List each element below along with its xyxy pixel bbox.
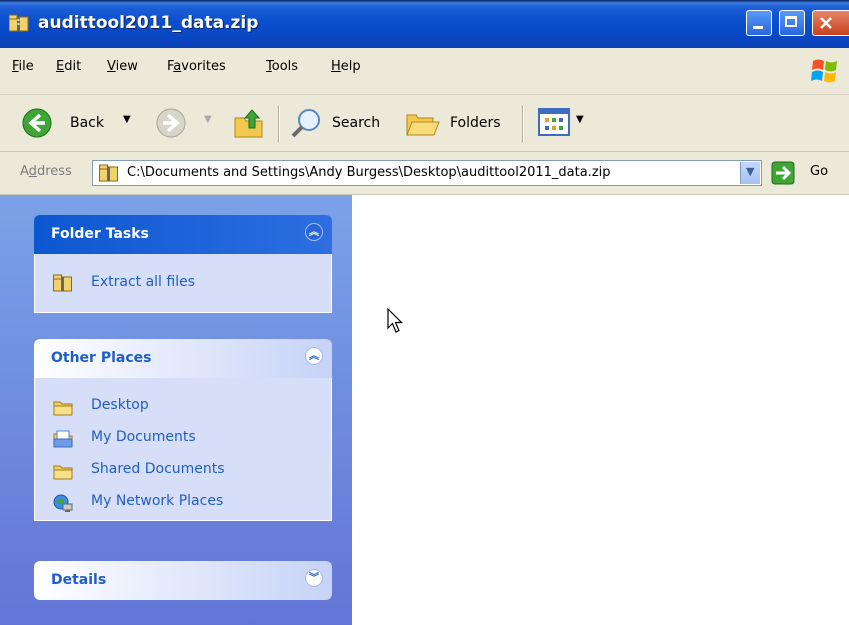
views-dropdown-icon[interactable]: ▼: [576, 114, 584, 125]
place-my-network-places[interactable]: My Network Places: [35, 486, 331, 518]
other-places-panel: Other Places ︽ Desktop My Documents Shar…: [34, 339, 332, 521]
file-list-area[interactable]: [352, 195, 849, 625]
zip-folder-icon: [99, 164, 118, 182]
maximize-icon: [785, 16, 797, 27]
task-label: Extract all files: [91, 274, 196, 290]
close-icon: [820, 17, 832, 29]
place-label: My Network Places: [91, 493, 224, 509]
chevron-down-icon: ▼: [746, 165, 755, 178]
folder-tasks-title: Folder Tasks: [51, 226, 149, 242]
details-title: Details: [51, 572, 107, 588]
task-pane: Folder Tasks ︽ Extract all files Other P…: [0, 195, 352, 625]
menu-view[interactable]: View: [107, 59, 138, 74]
folders-button[interactable]: Folders: [450, 115, 501, 131]
menu-help[interactable]: Help: [331, 59, 361, 74]
folder-icon: [53, 465, 73, 480]
window-title: audittool2011_data.zip: [38, 13, 259, 33]
back-arrow-icon[interactable]: [22, 108, 52, 138]
menu-bar: File Edit View Favorites Tools Help: [0, 48, 849, 95]
search-icon[interactable]: [290, 106, 324, 140]
back-button[interactable]: Back: [70, 115, 104, 131]
details-header[interactable]: Details ︾: [34, 561, 332, 600]
mouse-cursor-icon: [387, 308, 403, 333]
toolbar: Back ▼ ▼ Search Folders ▼: [0, 95, 849, 152]
zip-folder-icon: [9, 14, 29, 32]
folder-tasks-header[interactable]: Folder Tasks ︽: [34, 215, 332, 254]
place-shared-documents[interactable]: Shared Documents: [35, 454, 331, 486]
place-label: My Documents: [91, 429, 196, 445]
folder-tasks-body: Extract all files: [34, 254, 332, 313]
details-panel: Details ︾: [34, 561, 332, 600]
close-button[interactable]: [812, 10, 849, 36]
zip-folder-icon: [53, 274, 72, 292]
address-label: Address: [20, 164, 72, 179]
back-dropdown-icon[interactable]: ▼: [123, 114, 131, 125]
forward-dropdown-icon: ▼: [204, 114, 212, 125]
task-extract-all[interactable]: Extract all files: [35, 267, 331, 299]
expand-chevron-icon[interactable]: ︾: [305, 569, 323, 587]
search-button[interactable]: Search: [332, 115, 380, 131]
maximize-button[interactable]: [779, 10, 805, 36]
folder-tasks-panel: Folder Tasks ︽ Extract all files: [34, 215, 332, 313]
address-input[interactable]: C:\Documents and Settings\Andy Burgess\D…: [92, 160, 762, 186]
explorer-window: audittool2011_data.zip File Edit View Fa…: [0, 0, 849, 625]
place-my-documents[interactable]: My Documents: [35, 422, 331, 454]
go-arrow-icon[interactable]: [771, 161, 795, 185]
address-value: C:\Documents and Settings\Andy Burgess\D…: [127, 165, 611, 180]
other-places-header[interactable]: Other Places ︽: [34, 339, 332, 378]
minimize-icon: [753, 26, 763, 29]
menu-tools[interactable]: Tools: [266, 59, 298, 74]
title-bar[interactable]: audittool2011_data.zip: [0, 0, 849, 48]
forward-arrow-icon: [156, 108, 186, 138]
address-bar: Address C:\Documents and Settings\Andy B…: [0, 152, 849, 195]
views-icon[interactable]: [538, 107, 570, 137]
place-label: Shared Documents: [91, 461, 225, 477]
other-places-title: Other Places: [51, 350, 152, 366]
my-documents-icon: [53, 430, 73, 448]
up-folder-icon[interactable]: [232, 106, 266, 140]
menu-favorites[interactable]: Favorites: [167, 59, 226, 74]
network-places-icon: [53, 494, 73, 512]
other-places-body: Desktop My Documents Shared Documents My…: [34, 378, 332, 521]
collapse-chevron-icon[interactable]: ︽: [305, 347, 323, 365]
go-button[interactable]: Go: [810, 164, 828, 179]
minimize-button[interactable]: [746, 10, 772, 36]
windows-logo-icon: [811, 59, 837, 83]
folders-icon[interactable]: [405, 107, 441, 139]
folder-icon: [53, 401, 73, 416]
place-desktop[interactable]: Desktop: [35, 390, 331, 422]
menu-edit[interactable]: Edit: [56, 59, 81, 74]
address-dropdown-button[interactable]: ▼: [740, 162, 760, 184]
collapse-chevron-icon[interactable]: ︽: [305, 223, 323, 241]
place-label: Desktop: [91, 397, 149, 413]
menu-file[interactable]: File: [12, 59, 34, 74]
